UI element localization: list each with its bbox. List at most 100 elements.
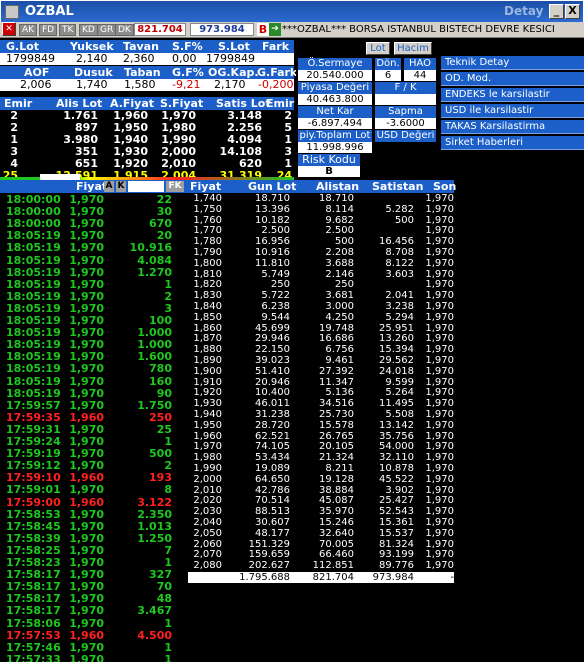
dist-cell: 5.508 <box>385 409 414 420</box>
trade-cell: 3.467 <box>137 604 172 618</box>
dist-h-alistan[interactable]: Alistan <box>316 180 359 193</box>
dist-h-satistan[interactable]: Satistan <box>372 180 423 193</box>
dist-cell: 3.902 <box>385 484 414 496</box>
dist-h-fiyat[interactable]: Fiyat <box>190 180 221 193</box>
trade-cell: 4.084 <box>137 253 172 267</box>
dist-cell: 11.495 <box>379 398 414 410</box>
trade-row: 18:05:19 1,970 1.270 <box>0 266 188 279</box>
dist-row: 1,990 19.089 8.211 10.878 1,970 <box>188 463 454 474</box>
arrow-right-icon[interactable]: ➔ <box>269 23 281 36</box>
hao-label: HAO <box>404 58 436 70</box>
trades-btn-a[interactable]: A <box>104 181 114 192</box>
dist-cell: 11.347 <box>319 376 354 388</box>
dist-h-son[interactable]: Son <box>433 180 456 193</box>
trade-cell: 500 <box>149 447 172 461</box>
dist-row: 2,040 30.607 15.246 15.361 1,970 <box>188 517 454 528</box>
menu-item[interactable]: TAKAS Karsilastirma <box>441 120 584 134</box>
dist-row: 2,060 151.329 70.005 81.324 1,970 <box>188 539 454 550</box>
dist-cell: 8.708 <box>385 247 414 258</box>
dist-cell: 19.128 <box>319 473 354 485</box>
trade-cell: 17:58:17 <box>6 604 61 618</box>
menu-item[interactable]: Teknik Detay <box>441 56 584 70</box>
close-button[interactable]: X <box>565 4 580 19</box>
trade-cell: 1,970 <box>69 531 104 545</box>
trade-cell: 780 <box>149 362 172 376</box>
dist-row: 1,960 62.521 26.765 35.756 1,970 <box>188 431 454 442</box>
trades-btn-k[interactable]: K <box>116 181 126 192</box>
dist-cell: - <box>450 572 454 583</box>
summary-panel: G.Lot Yuksek Tavan S.F% S.Lot Fark 17998… <box>0 40 297 92</box>
summary-v1-3: 0,00 <box>172 52 197 65</box>
dist-cell: 1,970 <box>425 549 454 561</box>
dist-cell: 1,830 <box>193 290 222 302</box>
trade-cell: 1,970 <box>69 483 104 497</box>
dist-cell: 1,960 <box>193 430 222 442</box>
tab-dk[interactable]: DK <box>115 24 134 36</box>
dist-cell: 16.956 <box>255 236 290 248</box>
trade-cell: 1,960 <box>69 410 104 424</box>
dist-cell: 1,970 <box>425 463 454 474</box>
dist-cell: 10.400 <box>255 387 290 399</box>
dist-cell: 27.392 <box>319 365 354 377</box>
tab-tk[interactable]: TK <box>59 24 77 36</box>
dist-cell: 64.650 <box>255 473 290 485</box>
summary-h1-5: Fark <box>262 40 290 53</box>
trades-filter-input[interactable] <box>128 181 164 192</box>
trade-row: 17:59:57 1,970 1.750 <box>0 398 188 412</box>
dist-row: 1,880 22.150 6.756 15.394 1,970 <box>188 344 454 355</box>
dist-cell: 1,970 <box>425 387 454 399</box>
tab-gr[interactable]: GR <box>97 24 117 36</box>
trade-row: 18:05:19 1,970 90 <box>0 387 188 400</box>
tab-fd[interactable]: FD <box>39 24 58 36</box>
dist-h-gun-lot[interactable]: Gun Lot <box>248 180 296 193</box>
menu-item[interactable]: ENDEKS le karsilastir <box>441 88 584 102</box>
trade-cell: 1 <box>164 652 172 662</box>
trade-cell: 17:58:39 <box>6 531 61 545</box>
piyasa-value: 40.463.800 <box>298 94 372 105</box>
menu-item[interactable]: Sirket Haberleri <box>441 136 584 150</box>
trade-cell: 8 <box>164 483 172 497</box>
dist-cell: 45.087 <box>319 495 354 507</box>
dist-cell: 3.238 <box>385 301 414 312</box>
dist-cell: 1,970 <box>425 322 454 334</box>
dist-cell: 1,970 <box>425 193 454 204</box>
tab-kd[interactable]: KD <box>79 24 98 36</box>
menu-item[interactable]: OD. Mod. <box>441 72 584 86</box>
dist-cell: 5.282 <box>385 203 414 215</box>
b-badge[interactable]: B <box>257 23 269 36</box>
dist-cell: 19.748 <box>319 322 354 334</box>
close-tab-icon[interactable]: ✕ <box>2 22 16 36</box>
trade-row: 17:58:06 1,970 1 <box>0 617 188 630</box>
tab-ak[interactable]: AK <box>19 24 38 36</box>
summary-values-1: 1799849 2,140 2,360 0,00 1799849 <box>0 53 294 65</box>
dist-cell: 25.730 <box>319 409 354 420</box>
dist-cell: 39.023 <box>255 355 290 366</box>
minimize-button[interactable]: _ <box>549 4 564 19</box>
dist-cell: 1,970 <box>425 560 454 572</box>
dist-cell: 1,970 <box>425 214 454 226</box>
menu-item[interactable]: USD ile karsilastir <box>441 104 584 118</box>
trade-row: 18:05:19 1,970 780 <box>0 363 188 375</box>
dist-cell: 5.136 <box>325 387 354 399</box>
dist-cell: 250 <box>334 279 354 291</box>
hacim-button[interactable]: Hacim <box>394 42 432 55</box>
dist-cell: 9.461 <box>325 355 354 366</box>
dist-cell: 3.681 <box>325 290 354 302</box>
dist-cell: 1,990 <box>193 463 222 474</box>
trade-cell: 17:57:53 <box>6 628 61 642</box>
trade-cell: 1,970 <box>69 604 104 618</box>
dist-cell: 16.456 <box>379 236 414 248</box>
trade-cell: 7 <box>164 543 172 557</box>
piy-toplam-label: piy.Toplam Lot <box>298 130 372 142</box>
dist-row: 1,800 11.810 3.688 8.122 1,970 <box>188 258 454 269</box>
dist-cell: 5.722 <box>261 290 290 302</box>
dist-cell: 29.946 <box>255 333 290 345</box>
lot-button[interactable]: Lot <box>366 42 390 55</box>
trade-row: 17:58:45 1,970 1.013 <box>0 520 188 533</box>
trades-btn-fk[interactable]: FK <box>166 181 184 192</box>
dist-cell: 18.710 <box>319 193 354 204</box>
trade-cell: 1,970 <box>69 398 104 412</box>
dist-cell: 1,970 <box>425 527 454 539</box>
trade-row: 17:58:53 1,970 2.350 <box>0 508 188 521</box>
summary-v1-4: 1799849 <box>206 52 255 65</box>
